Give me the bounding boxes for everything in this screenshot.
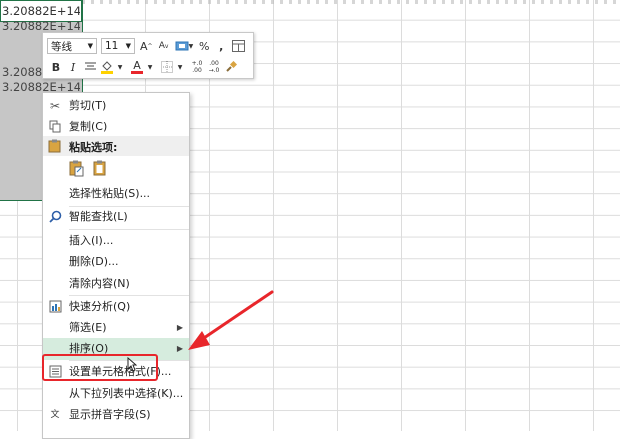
annotation-arrow-icon [188,290,274,350]
